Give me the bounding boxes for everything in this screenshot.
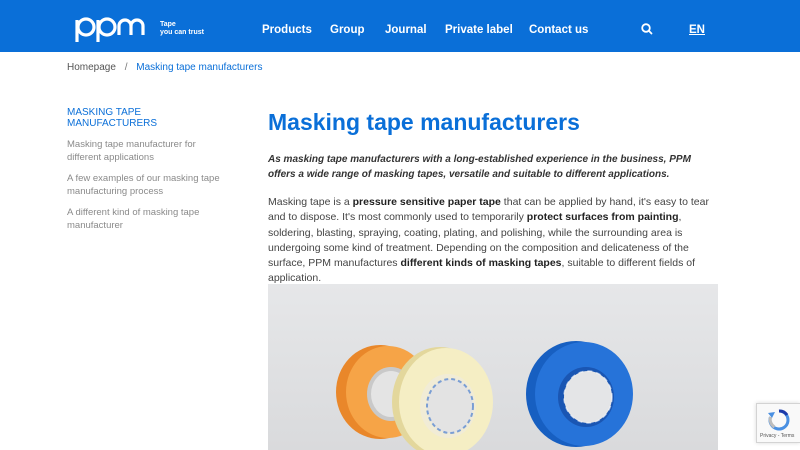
nav-contact-us[interactable]: Contact us: [529, 24, 588, 36]
body-bold-1: pressure sensitive paper tape: [352, 196, 501, 208]
sidebar-item-manufacturing-process[interactable]: A few examples of our masking tape manuf…: [67, 172, 227, 198]
main-content: Masking tape manufacturers As masking ta…: [268, 108, 720, 287]
sidebar-item-different-kind[interactable]: A different kind of masking tape manufac…: [67, 206, 227, 232]
masking-tape-rolls-image: [268, 284, 718, 450]
sidebar-item-different-applications[interactable]: Masking tape manufacturer for different …: [67, 138, 227, 164]
page-title: Masking tape manufacturers: [268, 109, 580, 135]
blue-tape-roll: [526, 341, 633, 447]
body-text-1: Masking tape is a: [268, 196, 353, 208]
body-bold-2: protect surfaces from painting: [526, 211, 679, 224]
breadcrumb-separator: /: [124, 62, 128, 73]
nav-journal[interactable]: Journal: [385, 24, 427, 36]
logo-tagline: Tape you can trust: [160, 21, 208, 37]
language-switcher[interactable]: EN: [689, 24, 705, 36]
body-bold-3: different kinds of masking tapes: [400, 257, 562, 270]
body-paragraph: Masking tape is a pressure sensitive pap…: [268, 195, 720, 287]
sidebar-item-masking-tape-manufacturers[interactable]: MASKING TAPE MANUFACTURERS: [67, 107, 227, 129]
recaptcha-icon: [768, 409, 790, 431]
tagline-line-1: Tape: [160, 21, 176, 28]
breadcrumb-home[interactable]: Homepage: [67, 62, 116, 73]
tagline-line-2: you can trust: [160, 29, 204, 36]
lead-paragraph: As masking tape manufacturers with a lon…: [268, 154, 691, 180]
recaptcha-badge[interactable]: Privacy - Terms: [756, 403, 800, 443]
sidebar-table-of-contents: MASKING TAPE MANUFACTURERS Masking tape …: [67, 107, 227, 240]
breadcrumb: Homepage / Masking tape manufacturers: [67, 62, 262, 73]
ppm-logo[interactable]: Tape you can trust: [74, 14, 208, 44]
top-navigation-bar: Tape you can trust Products Group Journa…: [0, 0, 800, 52]
ppm-logo-mark: [74, 14, 156, 44]
nav-private-label[interactable]: Private label: [445, 24, 513, 36]
nav-products[interactable]: Products: [262, 24, 312, 36]
recaptcha-privacy-terms[interactable]: Privacy - Terms: [760, 433, 794, 439]
nav-group[interactable]: Group: [330, 24, 365, 36]
breadcrumb-current: Masking tape manufacturers: [136, 62, 263, 73]
search-icon[interactable]: [640, 22, 654, 36]
cream-tape-roll: [392, 347, 493, 450]
